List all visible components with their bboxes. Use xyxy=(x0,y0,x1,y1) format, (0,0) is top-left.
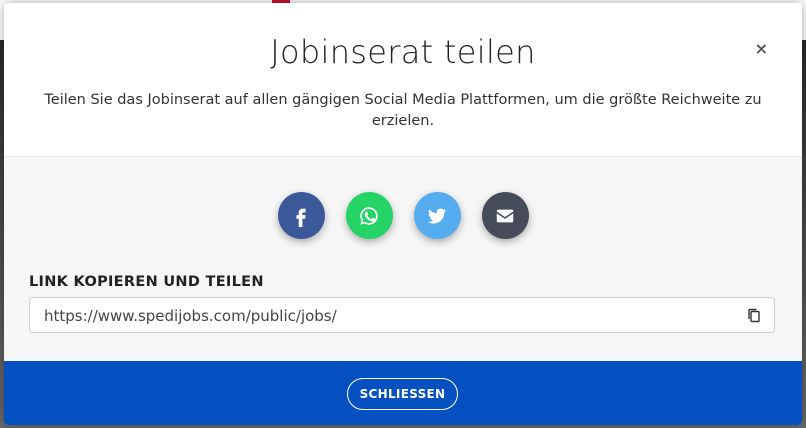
close-icon[interactable]: × xyxy=(755,41,768,57)
copy-icon[interactable] xyxy=(746,307,762,323)
link-field xyxy=(29,297,775,334)
close-button[interactable]: SCHLIESSEN xyxy=(347,378,458,410)
link-label: LINK KOPIEREN UND TEILEN xyxy=(29,274,264,290)
modal-description: Teilen Sie das Jobinserat auf allen gäng… xyxy=(44,92,762,129)
modal-footer: SCHLIESSEN xyxy=(4,361,802,425)
modal-header: Jobinserat teilen × Teilen Sie das Jobin… xyxy=(4,3,802,157)
modal-body: LINK KOPIEREN UND TEILEN xyxy=(4,157,802,361)
facebook-icon xyxy=(296,208,306,227)
twitter-icon xyxy=(427,208,447,224)
twitter-share-button[interactable] xyxy=(413,192,461,239)
whatsapp-share-button[interactable] xyxy=(345,192,393,239)
link-input[interactable] xyxy=(42,298,726,334)
modal-title: Jobinserat teilen xyxy=(270,33,536,71)
share-modal: Jobinserat teilen × Teilen Sie das Jobin… xyxy=(4,3,802,425)
share-buttons xyxy=(4,192,802,239)
facebook-share-button[interactable] xyxy=(277,192,325,239)
envelope-icon xyxy=(496,209,514,222)
email-share-button[interactable] xyxy=(481,192,529,239)
whatsapp-icon xyxy=(360,206,378,225)
